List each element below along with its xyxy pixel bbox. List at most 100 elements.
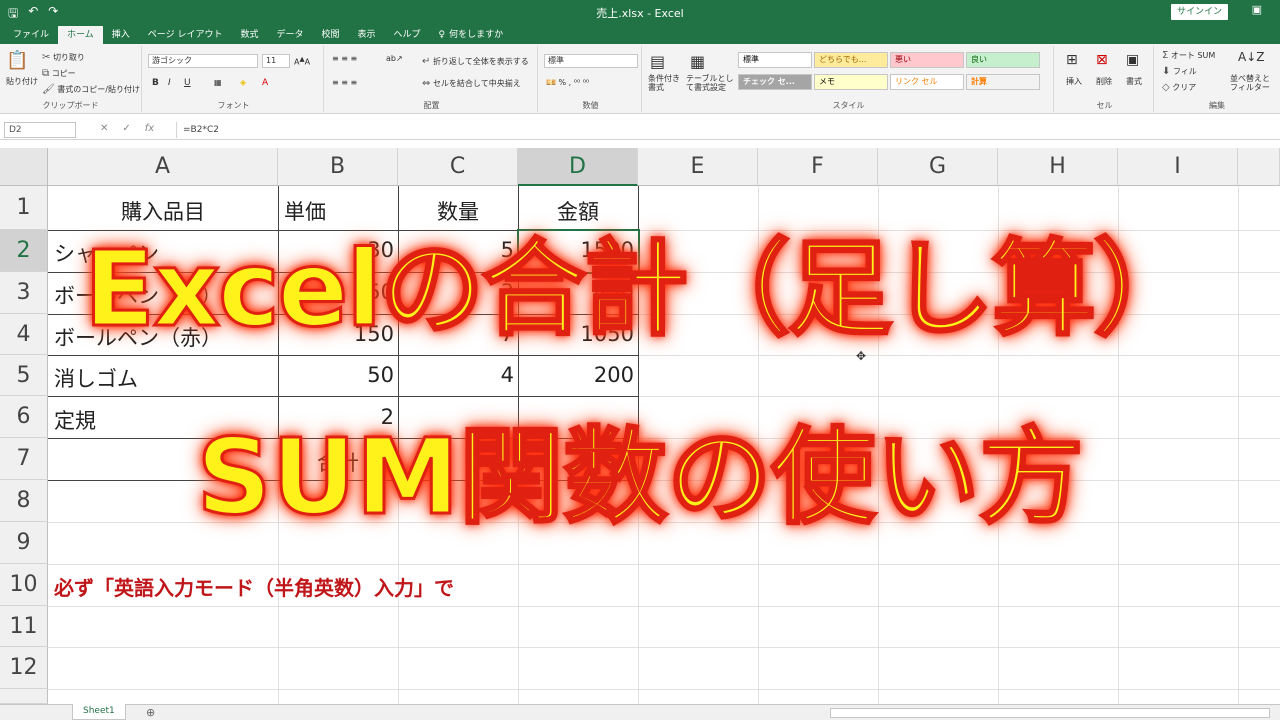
cut-button[interactable]: ✂ 切り取り xyxy=(42,52,85,63)
font-grow-icon[interactable]: A▲A xyxy=(294,55,310,67)
cancel-icon[interactable]: ✕ xyxy=(100,123,108,134)
enter-icon[interactable]: ✓ xyxy=(122,123,130,134)
insert-cells-icon[interactable]: ⊞ xyxy=(1066,52,1078,68)
sort-filter-button[interactable]: 並べ替えと フィルター xyxy=(1230,74,1276,92)
wrap-text-button[interactable]: ↵ 折り返して全体を表示する xyxy=(422,56,529,67)
add-sheet-icon[interactable]: ⊕ xyxy=(146,706,155,719)
ribbon-tabs: ファイル ホーム 挿入 ページ レイアウト 数式 データ 校閲 表示 ヘルプ ♀… xyxy=(0,24,1280,44)
font-color-icon[interactable]: A xyxy=(262,78,268,88)
select-all-corner[interactable] xyxy=(0,148,48,186)
align-top-icon[interactable]: ≡ ≡ ≡ xyxy=(332,54,357,63)
font-size-select[interactable]: 11 xyxy=(262,54,290,68)
tab-help[interactable]: ヘルプ xyxy=(385,26,430,44)
row-header-13[interactable] xyxy=(0,689,48,704)
format-table-icon[interactable]: ▦ xyxy=(690,52,705,71)
window-title: 売上.xlsx - Excel xyxy=(596,7,684,20)
style-calculation[interactable]: 計算 xyxy=(966,74,1040,90)
align-left-icon[interactable]: ≡ ≡ ≡ xyxy=(332,78,357,87)
autosum-button[interactable]: Σ オート SUM xyxy=(1162,50,1215,61)
style-linked-cell[interactable]: リンク セル xyxy=(890,74,964,90)
cell-c5[interactable]: 4 xyxy=(398,363,514,387)
style-bad[interactable]: 悪い xyxy=(890,52,964,68)
tab-review[interactable]: 校閲 xyxy=(312,26,348,44)
column-header-i[interactable]: I xyxy=(1118,148,1238,186)
border-icon[interactable]: ▦ xyxy=(214,78,222,87)
sort-filter-icon[interactable]: A↓Z xyxy=(1238,50,1264,64)
row-header-11[interactable]: 11 xyxy=(0,606,48,647)
column-header-j[interactable] xyxy=(1238,148,1280,186)
tab-file[interactable]: ファイル xyxy=(4,26,58,44)
insert-function-icon[interactable]: fx xyxy=(145,123,154,134)
column-header-g[interactable]: G xyxy=(878,148,998,186)
paste-button[interactable]: 貼り付け xyxy=(6,76,38,87)
column-header-a[interactable]: A xyxy=(48,148,278,186)
gridline xyxy=(48,564,1280,565)
style-normal[interactable]: 標準 xyxy=(738,52,812,68)
style-note[interactable]: メモ xyxy=(814,74,888,90)
style-check-cell[interactable]: チェック セ... xyxy=(738,74,812,90)
font-group: 游ゴシック 11 A▲A B I U ▦ ◈ A フォント xyxy=(144,46,324,112)
gridline xyxy=(48,647,1280,648)
style-good[interactable]: 良い xyxy=(966,52,1040,68)
horizontal-scrollbar[interactable] xyxy=(830,708,1270,718)
column-header-b[interactable]: B xyxy=(278,148,398,186)
cell-a5[interactable]: 消しゴム xyxy=(54,363,138,393)
format-table-button[interactable]: テーブルとして書式設定 xyxy=(686,74,736,92)
delete-cells-button[interactable]: 削除 xyxy=(1096,76,1112,87)
column-header-h[interactable]: H xyxy=(998,148,1118,186)
row-header-12[interactable]: 12 xyxy=(0,647,48,689)
gridline xyxy=(48,689,1280,690)
tab-formulas[interactable]: 数式 xyxy=(231,26,267,44)
gridline xyxy=(48,606,1280,607)
insert-cells-button[interactable]: 挿入 xyxy=(1066,76,1082,87)
cell-d5[interactable]: 200 xyxy=(518,363,634,387)
tab-view[interactable]: 表示 xyxy=(349,26,385,44)
column-header-f[interactable]: F xyxy=(758,148,878,186)
copy-button[interactable]: ⧉ コピー xyxy=(42,68,76,79)
tab-data[interactable]: データ xyxy=(267,26,312,44)
format-painter-button[interactable]: 🖌 書式のコピー/貼り付け xyxy=(42,84,140,95)
row-header-5[interactable]: 5 xyxy=(0,355,48,396)
fill-down-icon: ⬇ xyxy=(1162,66,1171,77)
font-name-select[interactable]: 游ゴシック xyxy=(148,54,258,68)
editing-group: Σ オート SUM ⬇ フィル ◇ クリア A↓Z 並べ替えと フィルター 編集 xyxy=(1156,46,1278,112)
tab-insert[interactable]: 挿入 xyxy=(103,26,139,44)
paste-icon[interactable]: 📋 xyxy=(6,50,28,71)
italic-button[interactable]: I xyxy=(168,78,171,88)
orientation-icon[interactable]: ab↗ xyxy=(386,54,403,63)
name-box[interactable]: D2 xyxy=(4,122,76,138)
cut-label: 切り取り xyxy=(52,53,85,62)
headline-line-1: Excelの合計（足し算） xyxy=(83,227,1200,352)
format-cells-button[interactable]: 書式 xyxy=(1126,76,1142,87)
signin-button[interactable]: サインイン xyxy=(1170,4,1228,20)
underline-button[interactable]: U xyxy=(184,78,191,88)
format-painter-label: 書式のコピー/貼り付け xyxy=(57,85,140,94)
merge-center-button[interactable]: ⇔ セルを結合して中央揃え xyxy=(422,78,521,89)
clear-button[interactable]: ◇ クリア xyxy=(1162,82,1196,93)
row-header-10[interactable]: 10 xyxy=(0,564,48,606)
fill-color-icon[interactable]: ◈ xyxy=(240,78,246,87)
column-header-c[interactable]: C xyxy=(398,148,518,186)
column-header-e[interactable]: E xyxy=(638,148,758,186)
tab-home[interactable]: ホーム xyxy=(58,26,103,44)
number-group: 標準 💴 % , ⁰⁰ ⁰⁰ 数値 xyxy=(540,46,642,112)
tab-page-layout[interactable]: ページ レイアウト xyxy=(139,26,232,44)
format-cells-icon[interactable]: ▣ xyxy=(1126,52,1139,68)
number-format-icons[interactable]: 💴 % , ⁰⁰ ⁰⁰ xyxy=(546,78,589,87)
conditional-format-button[interactable]: 条件付き書式 xyxy=(648,74,686,92)
cell-b5[interactable]: 50 xyxy=(278,363,394,387)
ribbon-display-options-icon[interactable]: ▣ xyxy=(1252,3,1262,16)
style-neutral[interactable]: どちらでも... xyxy=(814,52,888,68)
delete-cells-icon[interactable]: ⊠ xyxy=(1096,52,1108,68)
copy-label: コピー xyxy=(51,69,76,78)
formula-input[interactable]: =B2*C2 xyxy=(176,122,1276,138)
conditional-format-icon[interactable]: ▤ xyxy=(650,52,665,71)
column-header-d[interactable]: D xyxy=(518,148,638,186)
number-format-select[interactable]: 標準 xyxy=(544,54,638,68)
styles-group-label: スタイル xyxy=(832,101,865,110)
title-bar: 🖫 ↶ ↷ 売上.xlsx - Excel サインイン ▣ xyxy=(0,0,1280,24)
sheet-tab-sheet1[interactable]: Sheet1 xyxy=(72,704,126,720)
fill-button[interactable]: ⬇ フィル xyxy=(1162,66,1197,77)
bold-button[interactable]: B xyxy=(152,78,159,88)
tell-me-box[interactable]: ♀ 何をしますか xyxy=(430,26,513,44)
